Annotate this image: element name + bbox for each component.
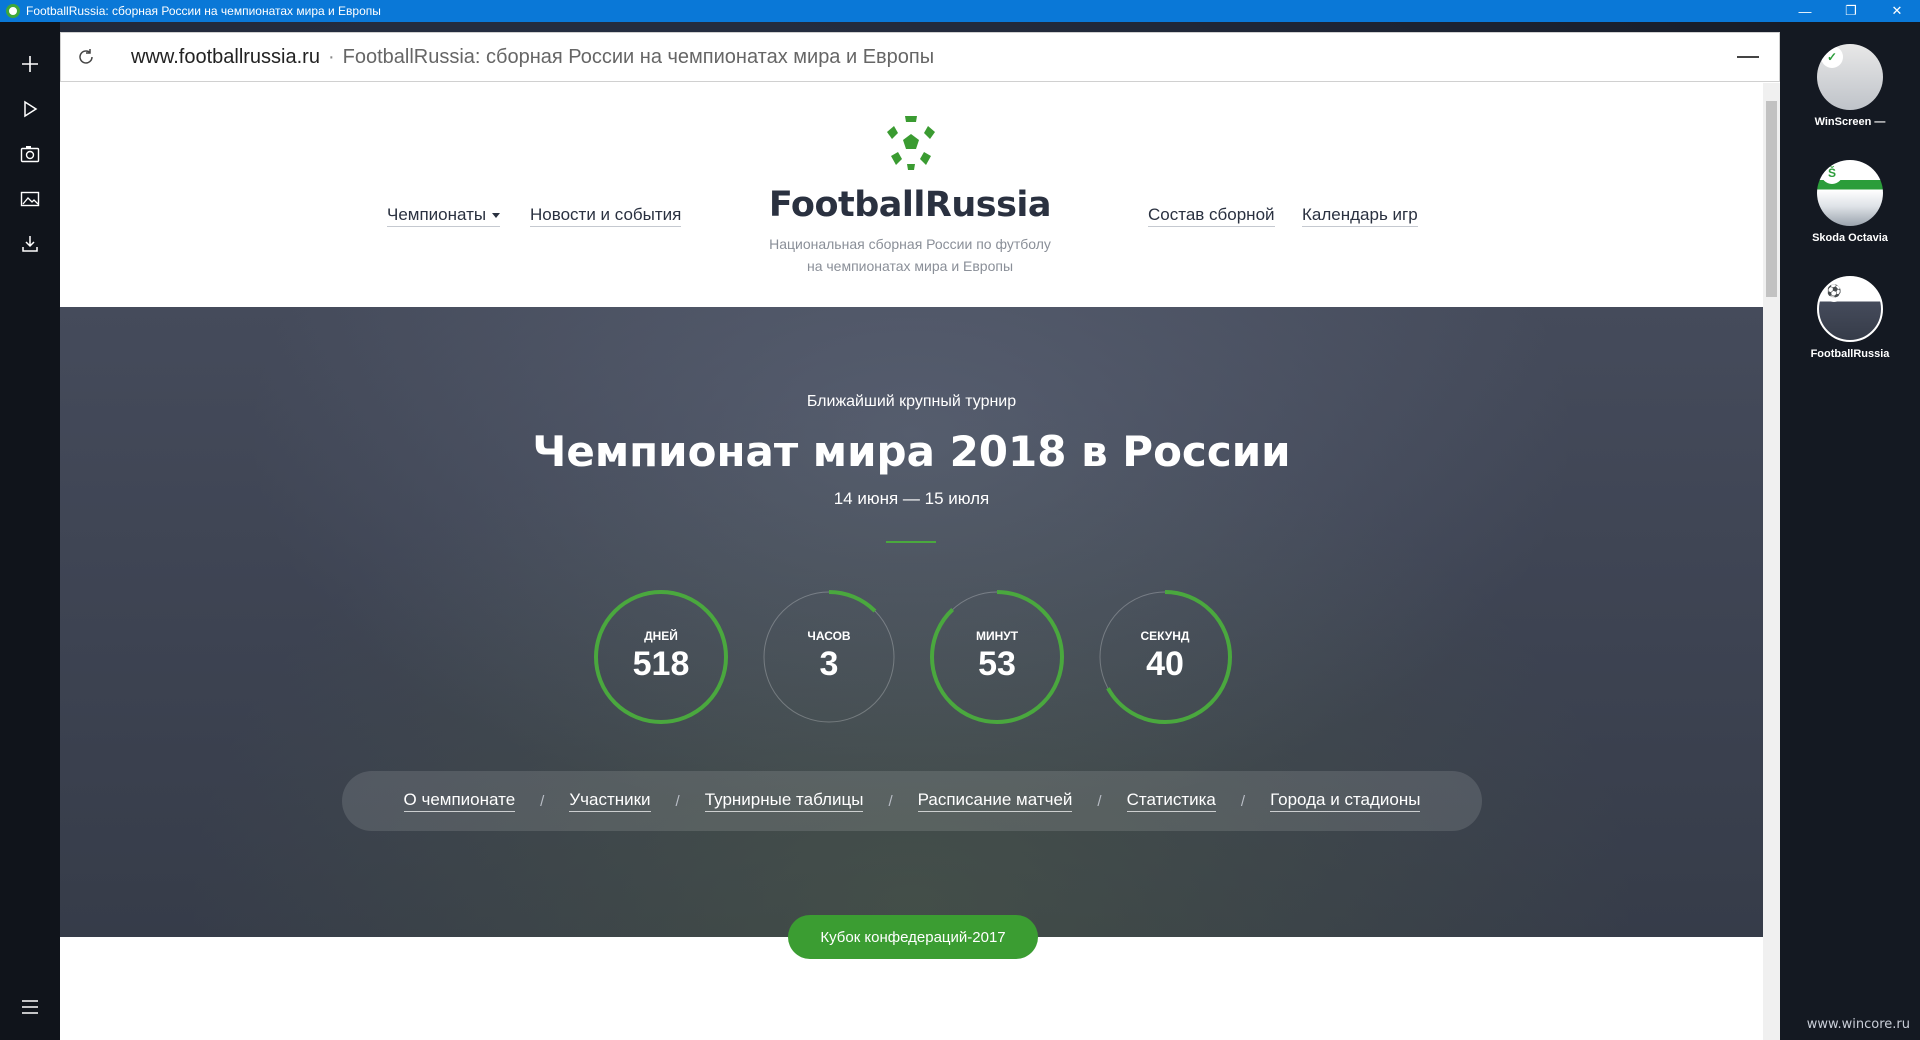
site-header: FootballRussia Национальная сборная Росс… (60, 83, 1763, 307)
thumbnail-image: ⚽ (1817, 276, 1883, 342)
subnav-schedule[interactable]: Расписание матчей (917, 790, 1073, 812)
url-separator: · (327, 45, 335, 68)
countdown-minutes: МИНУТ 53 (929, 589, 1065, 725)
window-title: FootballRussia: сборная России на чемпио… (26, 4, 381, 18)
reload-icon[interactable] (61, 48, 111, 66)
image-icon[interactable] (10, 179, 50, 219)
subnav-participants[interactable]: Участники (569, 790, 651, 812)
subnav-separator: / (540, 792, 545, 810)
football-logo-icon[interactable] (881, 112, 941, 172)
hero-section: Ближайший крупный турнир Чемпионат мира … (60, 307, 1763, 959)
scrollbar-thumb[interactable] (1766, 101, 1777, 297)
minimize-browser-button[interactable] (1737, 56, 1759, 58)
page-scrollbar[interactable] (1763, 83, 1780, 1040)
download-icon[interactable] (10, 224, 50, 264)
thumbnail-footballrussia[interactable]: ⚽ FootballRussia (1810, 276, 1890, 360)
subnav-cities[interactable]: Города и стадионы (1270, 790, 1421, 812)
app-badge-icon: ✓ (1821, 46, 1843, 68)
tagline-line-1: Национальная сборная России по футболу (769, 236, 1051, 252)
tournament-subnav: О чемпионате / Участники / Турнирные таб… (342, 771, 1482, 831)
chevron-down-icon (492, 213, 501, 219)
countdown-days-label: ДНЕЙ (644, 629, 678, 643)
restore-window-button[interactable]: ❐ (1828, 0, 1874, 22)
watermark-text: www.wincore.ru (1806, 1017, 1910, 1032)
countdown-seconds-label: СЕКУНД (1140, 629, 1190, 643)
thumbnail-skoda[interactable]: Š Skoda Octavia (1810, 160, 1890, 244)
minimize-window-button[interactable]: — (1782, 0, 1828, 22)
add-icon[interactable] (10, 44, 50, 84)
thumbnail-image: Š (1817, 160, 1883, 226)
camera-icon[interactable] (10, 134, 50, 174)
play-icon[interactable] (10, 89, 50, 129)
countdown-minutes-value: 53 (978, 645, 1016, 683)
thumbnail-label: WinScreen — (1814, 116, 1886, 128)
countdown-minutes-label: МИНУТ (975, 629, 1019, 643)
thumbnail-winscreen[interactable]: ✓ WinScreen — (1810, 44, 1890, 128)
thumbnail-label: FootballRussia (1810, 348, 1890, 360)
site-tagline: Национальная сборная России по футболу н… (710, 233, 1110, 277)
subnav-about[interactable]: О чемпионате (403, 790, 516, 812)
subnav-separator: / (675, 792, 680, 810)
hero-subtitle: Ближайший крупный турнир (806, 393, 1017, 410)
nav-calendar[interactable]: Календарь игр (1302, 205, 1418, 227)
close-window-button[interactable]: ✕ (1874, 0, 1920, 22)
subnav-separator: / (1240, 792, 1246, 810)
hamburger-menu-icon[interactable] (10, 987, 50, 1027)
right-sidebar: ✓ WinScreen — Š Skoda Octavia ⚽ Football… (1780, 22, 1920, 1040)
nav-news[interactable]: Новости и события (530, 205, 682, 227)
page-title-text: FootballRussia: сборная России на чемпио… (342, 45, 935, 68)
subnav-separator: / (1097, 792, 1102, 810)
app-badge-icon: ⚽ (1823, 280, 1845, 302)
countdown-hours-label: ЧАСОВ (807, 629, 851, 643)
countdown-days-value: 518 (632, 645, 690, 683)
countdown-seconds-value: 40 (1146, 645, 1184, 683)
nav-championships[interactable]: Чемпионаты (387, 205, 501, 227)
hero-divider (886, 541, 936, 543)
subnav-statistics[interactable]: Статистика (1126, 790, 1216, 812)
countdown-hours-value: 3 (819, 645, 839, 683)
browser-window: www.footballrussia.ru · FootballRussia: … (60, 32, 1780, 1040)
confederations-cup-button[interactable]: Кубок конфедераций-2017 (788, 915, 1038, 959)
app-badge-icon: Š (1821, 162, 1843, 184)
app-icon (6, 4, 20, 18)
site-brand[interactable]: FootballRussia (760, 185, 1060, 225)
countdown-hours: ЧАСОВ 3 (761, 589, 897, 725)
address-bar: www.footballrussia.ru · FootballRussia: … (60, 32, 1780, 82)
tagline-line-2: на чемпионатах мира и Европы (806, 258, 1014, 274)
countdown-seconds: СЕКУНД 40 (1097, 589, 1233, 725)
thumbnail-image: ✓ (1817, 44, 1883, 110)
window-titlebar: FootballRussia: сборная России на чемпио… (0, 0, 1920, 22)
left-toolbar (0, 22, 60, 1040)
nav-championships-label: Чемпионаты (387, 205, 487, 224)
hero-title: Чемпионат мира 2018 в России (532, 427, 1291, 476)
subnav-separator: / (888, 792, 893, 810)
countdown-days: ДНЕЙ 518 (593, 589, 729, 725)
hero-dates: 14 июня — 15 июля (833, 489, 990, 508)
nav-squad[interactable]: Состав сборной (1148, 205, 1275, 227)
thumbnail-label: Skoda Octavia (1812, 232, 1888, 244)
page-viewport: FootballRussia Национальная сборная Росс… (60, 83, 1763, 1040)
url-text[interactable]: www.footballrussia.ru (131, 46, 320, 69)
subnav-tables[interactable]: Турнирные таблицы (704, 790, 864, 812)
